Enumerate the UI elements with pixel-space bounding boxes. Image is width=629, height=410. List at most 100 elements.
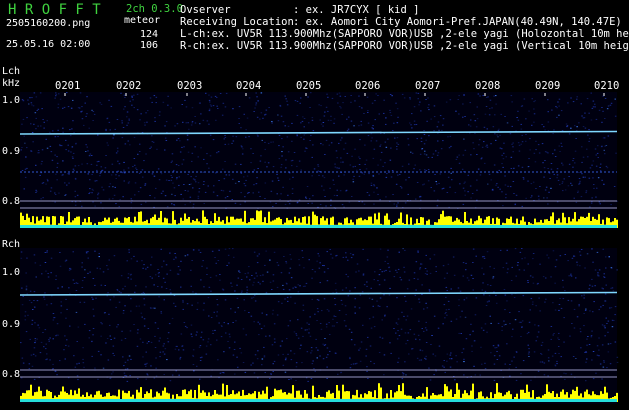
lch-noise (348, 201, 351, 203)
lch-noise (39, 174, 41, 176)
rch-noise (154, 347, 157, 348)
lch-noise (241, 146, 243, 148)
lch-noise (389, 112, 392, 114)
lch-noise (407, 144, 410, 146)
lch-noise (361, 107, 363, 109)
lch-noise (303, 118, 306, 119)
rch-noise (521, 258, 523, 260)
rch-noise (120, 339, 123, 341)
rch-noise (244, 371, 247, 373)
lch-noise (547, 203, 549, 205)
lch-noise (164, 149, 166, 151)
rch-noise (81, 280, 84, 282)
lch-noise (160, 173, 163, 175)
rch-noise (36, 300, 39, 302)
lch-noise (152, 141, 155, 143)
rch-noise (191, 304, 193, 306)
lch-noise (221, 114, 224, 116)
lch-noise (171, 193, 173, 195)
rch-noise (155, 367, 157, 369)
rch-noise (302, 257, 304, 258)
rch-noise (227, 341, 229, 342)
rch-noise (287, 300, 289, 302)
lch-noise (224, 197, 227, 199)
rch-noise (468, 279, 470, 281)
lch-noise (35, 96, 38, 98)
lch-noise (311, 119, 314, 121)
lch-noise (182, 121, 184, 123)
lch-noise (50, 151, 53, 153)
lch-noise (541, 124, 543, 125)
lch-noise (132, 99, 134, 101)
lch-noise (580, 103, 582, 105)
rch-noise (216, 311, 218, 313)
lch-noise (380, 144, 382, 146)
lch-noise (507, 185, 509, 187)
rch-noise (591, 278, 593, 280)
rch-noise (466, 277, 469, 279)
lch-noise (548, 172, 551, 174)
lch-noise (254, 107, 256, 109)
rch-noise (259, 323, 261, 325)
rch-noise (473, 365, 475, 367)
rch-noise (453, 274, 456, 276)
rch-noise (250, 315, 253, 317)
rch-noise (431, 335, 433, 336)
lch-noise (203, 203, 205, 204)
lch-noise (89, 188, 91, 190)
rch-noise (161, 286, 163, 288)
rch-noise (522, 295, 525, 297)
rch-noise (493, 267, 495, 269)
lch-noise (438, 129, 440, 131)
rch-noise (314, 271, 316, 273)
lch-noise (405, 179, 407, 181)
rch-noise (551, 355, 554, 357)
rch-noise (572, 356, 575, 357)
rch-noise (579, 331, 582, 333)
lch-noise (458, 113, 460, 115)
lch-noise (134, 182, 137, 184)
lch-noise (542, 162, 544, 164)
lch-noise (259, 118, 261, 120)
rch-noise (240, 279, 243, 280)
rch-noise (130, 358, 132, 360)
lch-noise (399, 174, 401, 175)
rch-noise (288, 379, 290, 380)
spectrogram-canvas (19, 92, 619, 404)
rch-noise (481, 267, 483, 269)
lch-noise (582, 126, 585, 128)
lch-noise (79, 92, 82, 94)
rch-noise (83, 301, 86, 303)
rch-noise (184, 255, 187, 257)
lch-noise (89, 179, 91, 181)
lch-noise (553, 129, 555, 131)
rch-noise (372, 305, 374, 307)
lch-noise (464, 181, 466, 183)
lch-noise (209, 155, 212, 157)
lch-noise (581, 115, 583, 117)
rch-noise (252, 362, 254, 364)
lch-noise (57, 103, 60, 105)
rch-noise (383, 270, 386, 272)
lch-noise (554, 149, 556, 151)
lch-noise (380, 151, 383, 153)
lch-noise (309, 107, 311, 108)
lch-noise (560, 110, 563, 112)
rch-noise (136, 332, 139, 334)
rch-noise (290, 359, 293, 361)
rch-noise (547, 349, 550, 351)
rch-noise (540, 344, 543, 346)
rch-noise (336, 322, 338, 324)
rch-noise (136, 260, 138, 262)
lch-noise (208, 99, 211, 101)
rch-noise (527, 331, 530, 333)
rch-noise (299, 348, 301, 350)
lch-noise (537, 195, 540, 197)
lch-noise (42, 119, 44, 120)
rch-noise (389, 342, 391, 344)
rch-noise (528, 356, 530, 357)
rch-noise (497, 322, 500, 324)
lch-noise (288, 203, 291, 205)
rch-noise (545, 298, 547, 300)
lch-noise (253, 169, 256, 171)
